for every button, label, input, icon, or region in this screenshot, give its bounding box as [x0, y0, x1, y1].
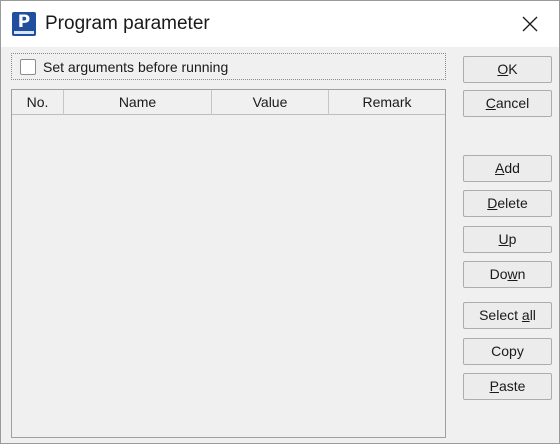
column-header-no[interactable]: No. — [12, 90, 64, 115]
column-header-value[interactable]: Value — [212, 90, 329, 115]
up-button[interactable]: Up — [463, 226, 552, 253]
set-arguments-label[interactable]: Set arguments before running — [43, 59, 228, 75]
ok-button[interactable]: OK — [463, 56, 552, 83]
add-button[interactable]: Add — [463, 155, 552, 182]
close-button[interactable] — [509, 4, 551, 44]
table-body[interactable] — [12, 116, 445, 437]
title-bar: P Program parameter — [1, 1, 559, 47]
parameter-table: No. Name Value Remark — [11, 89, 446, 438]
window-title: Program parameter — [45, 13, 210, 34]
set-arguments-option: Set arguments before running — [11, 53, 446, 80]
close-icon — [522, 16, 538, 32]
copy-button[interactable]: Copy — [463, 338, 552, 365]
down-button[interactable]: Down — [463, 261, 552, 288]
delete-button[interactable]: Delete — [463, 190, 552, 217]
program-parameter-dialog: P Program parameter Set arguments before… — [0, 0, 560, 444]
program-p-icon: P — [12, 12, 36, 36]
paste-button[interactable]: Paste — [463, 373, 552, 400]
set-arguments-checkbox[interactable] — [20, 59, 36, 75]
select-all-button[interactable]: Select all — [463, 302, 552, 329]
column-header-remark[interactable]: Remark — [329, 90, 445, 115]
cancel-button[interactable]: Cancel — [463, 90, 552, 117]
column-header-name[interactable]: Name — [64, 90, 212, 115]
table-header: No. Name Value Remark — [12, 90, 445, 115]
